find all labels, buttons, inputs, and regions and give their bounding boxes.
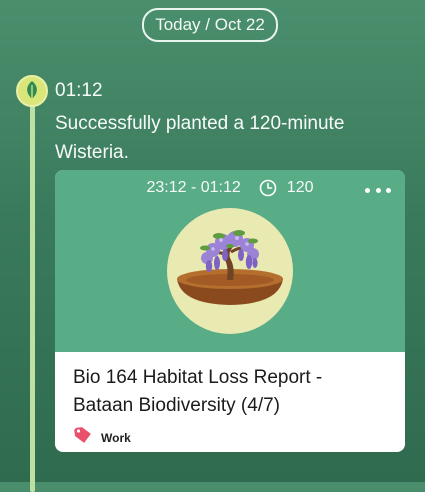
session-card[interactable]: 23:12 - 01:12 120 Bio 164 Habitat Loss R… <box>55 170 405 452</box>
leaf-icon <box>16 75 48 107</box>
tree-circle <box>167 208 293 334</box>
task-title: Bio 164 Habitat Loss Report - Bataan Bio… <box>73 367 323 416</box>
tag-row[interactable]: Work <box>73 426 387 449</box>
card-body: Bio 164 Habitat Loss Report - Bataan Bio… <box>55 352 405 452</box>
tag-label: Work <box>101 430 131 445</box>
entry-time: 01:12 <box>55 80 103 101</box>
clock-icon <box>259 179 277 197</box>
card-header: 23:12 - 01:12 120 <box>55 170 405 352</box>
date-header-pill: Today / Oct 22 <box>142 8 278 42</box>
wisteria-tree-icon <box>177 230 283 305</box>
timeline-line <box>30 92 35 492</box>
more-dot <box>386 187 391 193</box>
session-time-range: 23:12 - 01:12 <box>146 179 241 196</box>
session-duration: 120 <box>286 179 314 196</box>
more-dot <box>365 187 370 193</box>
more-options-button[interactable] <box>365 180 391 200</box>
more-dot <box>375 187 381 193</box>
entry-message: Successfully planted a 120-minute Wister… <box>55 113 345 163</box>
session-info: 23:12 - 01:12 120 <box>55 179 405 197</box>
tag-icon <box>73 426 93 449</box>
